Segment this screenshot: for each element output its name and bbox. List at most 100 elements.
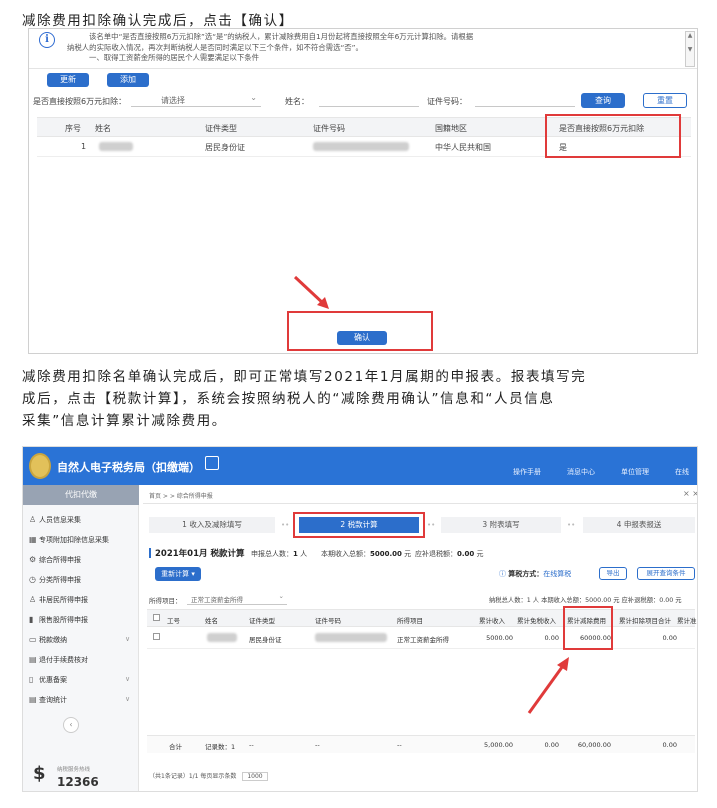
highlight-direct-column — [545, 114, 681, 158]
sidebar-item-refund-check[interactable]: ▤ 退付手续费核对 — [29, 655, 88, 665]
total-cum-deduct-total: 0.00 — [662, 741, 677, 749]
step-income[interactable]: 1 收入及减除填写 — [149, 517, 275, 533]
close-icon[interactable]: × × — [683, 489, 697, 498]
sidebar-item-restricted-stock[interactable]: ▮ 限售股所得申报 — [29, 615, 88, 625]
app-title: 自然人电子税务局（扣缴端） — [57, 461, 200, 474]
update-button[interactable]: 更新 — [47, 73, 89, 87]
divider — [143, 503, 697, 504]
tax-emblem-icon — [29, 453, 51, 479]
unit-management-link[interactable]: 单位管理 — [621, 467, 649, 477]
total-cum-deduction: 60,000.00 — [577, 741, 611, 749]
total-id-number: -- — [315, 741, 320, 749]
stats-icon: ▤ — [29, 695, 37, 704]
sidebar-item-query-stats[interactable]: ▤ 查询统计 ∨ — [29, 695, 130, 705]
query-button[interactable]: 查询 — [581, 93, 625, 108]
filter-direct-label: 是否直接按照6万元扣除： — [33, 97, 127, 106]
col-cum-income: 累计收入 — [479, 617, 505, 625]
instruction-paragraph-1: 减除费用扣除确认完成后，点击【确认】 — [22, 13, 294, 29]
chevron-down-icon: ⌄ — [278, 592, 284, 600]
chevron-down-icon: ∨ — [125, 635, 131, 643]
income-item-label: 所得项目： — [149, 597, 182, 605]
manual-link[interactable]: 操作手册 — [513, 467, 541, 477]
sidebar-item-nonresident[interactable]: ♙ 非居民所得申报 — [29, 595, 88, 605]
id-number-label: 证件号码： — [427, 97, 467, 106]
income-total: 本期收入总额：5000.00 元 — [321, 550, 412, 558]
notice-scrollbar[interactable]: ▲ ▼ — [685, 31, 695, 67]
recalculate-button[interactable]: 重新计算 ▾ — [155, 567, 201, 581]
chevron-down-icon: ∨ — [125, 675, 131, 683]
doc-icon: ▤ — [29, 655, 37, 664]
step-separator: •• — [281, 521, 290, 529]
expand-query-button[interactable]: 展开查询条件 — [637, 567, 695, 580]
sidebar-collapse-icon[interactable]: ‹ — [63, 717, 79, 733]
online-service-link[interactable]: 在线 — [675, 467, 689, 477]
sidebar-item-person-info[interactable]: ♙ 人员信息采集 — [29, 515, 81, 525]
col-name: 姓名 — [205, 617, 218, 625]
notice-box: i 该名单中“是否直接按照6万元扣除”选“是”的纳税人，累计减除费用自1月份起将… — [29, 29, 697, 69]
app-header: 自然人电子税务局（扣缴端） 操作手册 消息中心 单位管理 在线 — [23, 447, 697, 485]
clock-icon: ◷ — [29, 575, 36, 584]
row-cum-tax-free: 0.00 — [544, 634, 559, 642]
col-cum-more: 累计准 — [677, 617, 697, 625]
highlight-cum-deduction — [563, 606, 613, 650]
user-icon: ♙ — [29, 595, 37, 604]
col-cum-tax-free: 累计免税收入 — [517, 617, 556, 625]
hotline-number: 12366 — [57, 775, 99, 789]
col-id-number: 证件号码 — [315, 617, 341, 625]
reset-button[interactable]: 重置 — [643, 93, 687, 108]
calc-mode: ⓘ 算税方式：在线算税 — [499, 570, 572, 578]
file-icon: ▯ — [29, 675, 34, 684]
name-input[interactable] — [319, 93, 419, 107]
hotline-icon: $ — [33, 763, 46, 784]
add-button[interactable]: 添加 — [107, 73, 149, 87]
total-cum-income: 5,000.00 — [484, 741, 513, 749]
breadcrumb[interactable]: 首页 > > 综合所得申报 — [149, 491, 213, 500]
filter-direct-select[interactable]: 请选择 ⌄ — [131, 93, 261, 107]
col-id-number: 证件号码 — [313, 124, 345, 133]
confirm-button[interactable]: 确认 — [337, 331, 387, 345]
message-center-link[interactable]: 消息中心 — [567, 467, 595, 477]
redacted-name — [99, 142, 133, 151]
redacted-name — [207, 633, 237, 642]
select-all-checkbox[interactable] — [153, 614, 160, 621]
step-separator: •• — [427, 521, 436, 529]
row-index: 1 — [81, 142, 87, 151]
hotline-caption: 纳税服务热线 — [57, 767, 91, 773]
chevron-down-icon: ⌄ — [250, 93, 257, 102]
main-area: 首页 > > 综合所得申报 × × 1 收入及减除填写 •• 2 税款计算 ••… — [143, 485, 697, 791]
red-arrow-icon — [527, 657, 569, 714]
sidebar-item-comprehensive[interactable]: ⚙ 综合所得申报 — [29, 555, 81, 565]
period-title: 2021年01月 税款计算 — [155, 549, 245, 559]
row-cum-deduct-total: 0.00 — [662, 634, 677, 642]
redacted-id-number — [315, 633, 387, 642]
highlight-tax-calc-step — [293, 512, 425, 538]
sidebar-item-preferential[interactable]: ▯ 优惠备案 ∨ — [29, 675, 130, 685]
gear-icon: ⚙ — [29, 555, 37, 564]
sidebar-header: 代扣代缴 — [23, 485, 139, 505]
total-income-item: -- — [397, 741, 402, 749]
col-id-type: 证件类型 — [205, 124, 237, 133]
table-total-row: 合计 记录数：1 -- -- -- 5,000.00 0.00 60,000.0… — [147, 735, 695, 753]
export-button[interactable]: 导出 — [599, 567, 627, 580]
chart-icon: ▮ — [29, 615, 34, 624]
deduction-confirm-dialog-screenshot: i 该名单中“是否直接按照6万元扣除”选“是”的纳税人，累计减除费用自1月份起将… — [28, 28, 698, 354]
total-cum-tax-free: 0.00 — [544, 741, 559, 749]
red-arrow-icon — [293, 275, 329, 309]
sidebar-item-tax-payment[interactable]: ▭ 税款缴纳 ∨ — [29, 635, 130, 645]
total-id-type: -- — [249, 741, 254, 749]
income-item-select[interactable]: 正常工资薪金所得 ⌄ — [187, 591, 287, 605]
instruction-paragraph-2: 减除费用扣除名单确认完成后，即可正常填写2021年1月属期的申报表。报表填写完 … — [22, 369, 587, 429]
step-attach[interactable]: 3 附表填写 — [441, 517, 561, 533]
row-checkbox[interactable] — [153, 633, 160, 640]
step-submit[interactable]: 4 申报表报送 — [583, 517, 695, 533]
sidebar-item-special-deduction[interactable]: ▦ 专项附加扣除信息采集 — [29, 535, 109, 545]
col-cum-deduct-total: 累计扣除项目合计 — [619, 617, 671, 625]
pager: （共1条记录）1/1 每页显示条数 1000 — [149, 771, 268, 781]
page-size-input[interactable]: 1000 — [242, 772, 268, 781]
summary-line: 纳税总人数：1 人 本期收入总额：5000.00 元 应补退税额：0.00 元 — [489, 597, 682, 604]
id-number-input[interactable] — [475, 93, 575, 107]
declare-count: 申报总人数：1 人 — [251, 550, 308, 558]
sidebar-item-classified[interactable]: ◷ 分类所得申报 — [29, 575, 81, 585]
company-switch-icon[interactable] — [205, 456, 219, 470]
col-id-type: 证件类型 — [249, 617, 275, 625]
